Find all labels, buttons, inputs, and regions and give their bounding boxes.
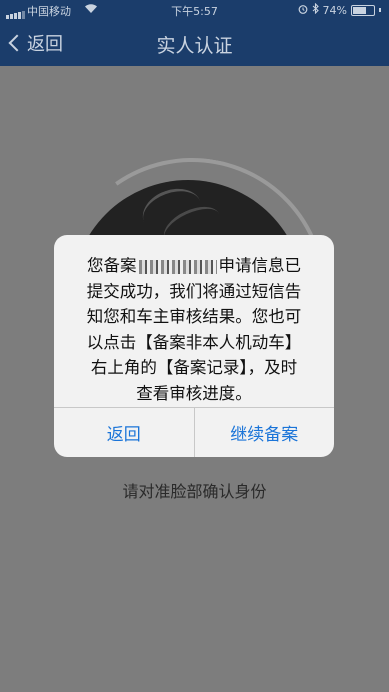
alert-continue-button[interactable]: 继续备案 — [193, 408, 335, 457]
face-align-hint: 请对准脸部确认身份 — [122, 482, 267, 501]
alert-dialog: 您备案 申请信息已 提交成功，我们将通过短信告 知您和车主审核结果。您也可 以点击… — [54, 235, 334, 457]
redacted-plate-number — [138, 259, 217, 274]
alert-line-2: 提交成功，我们将通过短信告 — [86, 281, 302, 301]
alert-back-button[interactable]: 返回 — [54, 408, 194, 457]
alert-line-1-suffix: 申请信息已 — [218, 256, 302, 275]
alert-line-5: 右上角的【备案记录】，及时 — [90, 358, 298, 377]
alert-line-1-prefix: 您备案 — [87, 256, 137, 275]
page-title: 实人认证 — [156, 35, 233, 57]
battery-percent: 74% — [322, 3, 347, 17]
alert-button-row: 返回 继续备案 — [54, 407, 334, 457]
alert-line-6: 查看审核进度。 — [136, 383, 252, 403]
battery-icon — [351, 4, 375, 16]
alert-line-3: 知您和车主审核结果。您也可 — [86, 307, 302, 326]
bluetooth-icon — [312, 2, 319, 17]
alert-message: 您备案 申请信息已 提交成功，我们将通过短信告 知您和车主审核结果。您也可 以点击… — [68, 253, 320, 406]
alarm-icon — [298, 4, 308, 17]
nav-bar: 返回 实人认证 — [0, 20, 389, 66]
status-bar: 中国移动 下午5:57 74% — [0, 0, 389, 20]
alert-line-4: 以点击【备案非本人机动车】 — [86, 332, 302, 352]
